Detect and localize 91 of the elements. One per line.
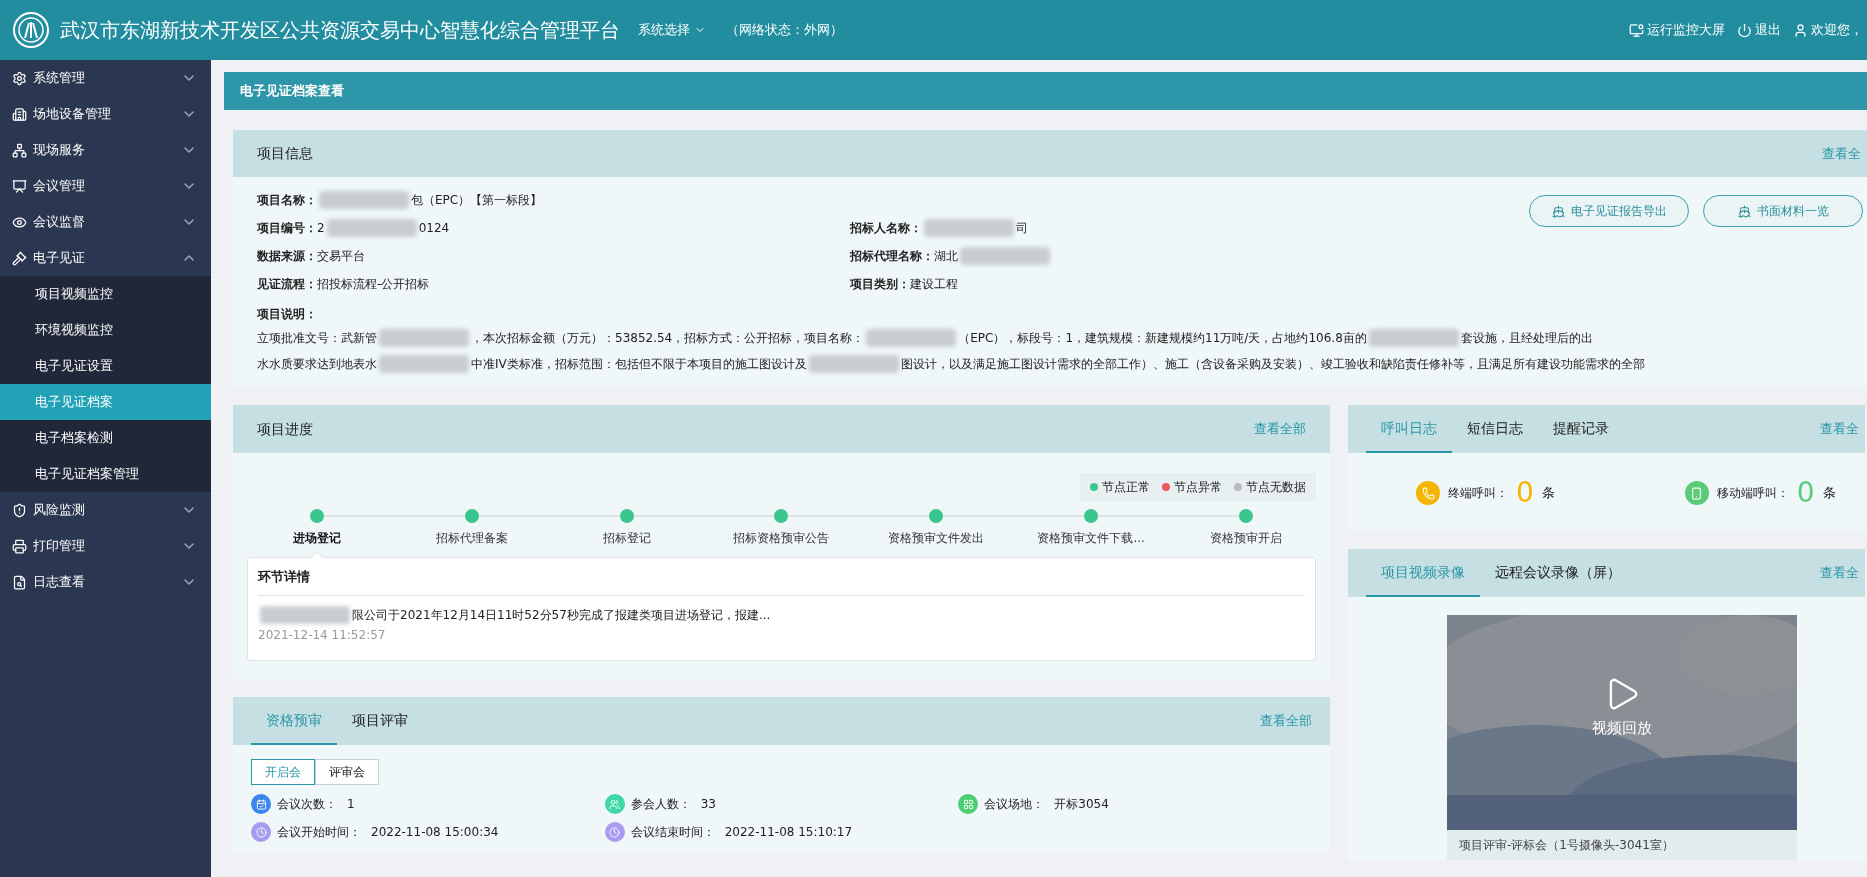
panel-title: 项目信息: [257, 144, 313, 163]
field-value: （EPC），标段号：1，建筑规模：新建规模约11万吨/天，占地约106.8亩的: [958, 330, 1367, 347]
stat-label: 终端呼叫：: [1448, 485, 1508, 502]
submenu-item[interactable]: 项目视频监控: [0, 276, 211, 312]
field-value: ，本次招标金额（万元）：53852.54，招标方式：公开招标，项目名称：: [471, 330, 865, 347]
detail-title: 环节详情: [258, 558, 1305, 596]
sidebar-item[interactable]: 现场服务: [0, 132, 211, 168]
field-label: 项目类别：: [850, 276, 910, 293]
stat-value: 33: [700, 796, 716, 813]
stat-label: 移动端呼叫：: [1716, 485, 1789, 502]
sidebar-item[interactable]: 日志查看: [0, 564, 211, 600]
stat-value: 0: [1796, 479, 1815, 507]
stat-label: 会议场地：: [984, 796, 1045, 813]
stat-label: 会议结束时间：: [630, 824, 715, 841]
field-value: 招投标流程-公开招标: [317, 276, 430, 293]
field-value: 水水质要求达到地表水: [257, 356, 377, 373]
step-label[interactable]: 进场登记: [293, 529, 341, 547]
field-label: 招标代理名称：: [850, 248, 934, 265]
field-label: 项目编号：: [257, 220, 317, 237]
tab[interactable]: 提醒记录: [1538, 405, 1624, 453]
sidebar-item[interactable]: 场地设备管理: [0, 96, 211, 132]
step-label[interactable]: 招标资格预审公告: [733, 529, 830, 547]
field-label: 项目名称：: [257, 192, 317, 209]
legend-label: 节点无数据: [1246, 479, 1306, 496]
field-value: 限公司于2021年12月14日11时52分57秒完成了报建类项目进场登记，报建...: [352, 607, 771, 624]
subtab[interactable]: 开启会: [251, 759, 315, 785]
step-label[interactable]: 资格预审开启: [1209, 529, 1282, 547]
step-label[interactable]: 资格预审文件下载...: [1037, 529, 1145, 547]
field-value: 2: [317, 220, 325, 237]
field-value: 交易平台: [317, 248, 365, 265]
monitor-icon: [1629, 22, 1644, 38]
ship-icon: [1551, 204, 1565, 218]
stat-value: 0: [1516, 479, 1534, 507]
export-button[interactable]: 书面材料一览: [1703, 195, 1863, 227]
field-label: 招标人名称：: [850, 220, 922, 237]
play-label: 视频回放: [1592, 718, 1652, 739]
field-label: 见证流程：: [257, 276, 317, 293]
field-label: 数据来源：: [257, 248, 317, 265]
field-value: 包（EPC）【第一标段】: [411, 192, 543, 209]
header-action[interactable]: 退出: [1737, 20, 1781, 40]
user-icon: [1793, 22, 1808, 38]
submenu-item[interactable]: 电子见证设置: [0, 348, 211, 384]
page-heading: 电子见证档案查看: [240, 82, 344, 101]
step-label[interactable]: 招标代理备案: [435, 529, 508, 547]
sidebar-item[interactable]: 打印管理: [0, 528, 211, 564]
system-select[interactable]: 系统选择: [638, 20, 706, 40]
submenu-item[interactable]: 电子见证档案管理: [0, 456, 211, 492]
step-label[interactable]: 招标登记: [602, 529, 651, 547]
stat-value: 开标3054: [1054, 796, 1109, 813]
field-value: 立项批准文号：武新管: [257, 330, 377, 347]
tab[interactable]: 短信日志: [1452, 405, 1538, 453]
field-value: 套设施，且经处理后的出: [1460, 330, 1593, 347]
sidebar-item[interactable]: 会议监督: [0, 204, 211, 240]
field-value: 中准IV类标准，招标范围：包括但不限于本项目的施工图设计及: [471, 356, 807, 373]
stat-label: 会议次数：: [277, 796, 337, 813]
sidebar-item[interactable]: 系统管理: [0, 60, 211, 96]
stat-value: 2022-11-08 15:10:17: [724, 824, 853, 841]
field-value: 建设工程: [910, 276, 958, 293]
network-status: （网络状态：外网）: [726, 21, 843, 40]
submenu-item[interactable]: 环境视频监控: [0, 312, 211, 348]
sidebar-item[interactable]: 会议管理: [0, 168, 211, 204]
step-label[interactable]: 资格预审文件发出: [888, 529, 985, 547]
power-icon: [1737, 22, 1752, 38]
stat-label: 会议开始时间：: [277, 824, 361, 841]
emblem-logo: [12, 11, 50, 49]
header-action[interactable]: 欢迎您，: [1793, 20, 1863, 40]
field-value: 湖北: [934, 248, 958, 265]
sidebar-item[interactable]: 电子见证: [0, 240, 211, 276]
field-value: 0124: [418, 220, 450, 237]
field-label: 项目说明：: [257, 306, 317, 323]
ship-icon: [1737, 204, 1751, 218]
sidebar-item[interactable]: 风险监测: [0, 492, 211, 528]
stat-label: 参会人数：: [630, 796, 691, 813]
stat-unit: 条: [1541, 484, 1555, 503]
header-action[interactable]: 运行监控大屏: [1629, 20, 1725, 40]
app-title: 武汉市东湖新技术开发区公共资源交易中心智慧化综合管理平台: [60, 17, 620, 44]
stat-value: 1: [347, 796, 355, 813]
field-value: 司: [1016, 220, 1028, 237]
panel-title: 项目进度: [257, 419, 313, 439]
export-button[interactable]: 电子见证报告导出: [1529, 195, 1689, 227]
detail-time: 2021-12-14 11:52:57: [258, 627, 386, 644]
submenu-item[interactable]: 电子档案检测: [0, 420, 211, 456]
video-caption: 项目评审-评标会（1号摄像头-3041室）: [1447, 830, 1797, 860]
field-value: 图设计，以及满足施工图设计需求的全部工作）、施工（含设备采购及安装）、竣工验收和缺陷责任修补等，且满足所有建设功能需求的全部: [900, 356, 1645, 373]
stat-unit: 条: [1822, 484, 1836, 503]
legend-label: 节点异常: [1174, 479, 1222, 496]
subtab[interactable]: 评审会: [315, 759, 379, 785]
legend-label: 节点正常: [1102, 479, 1150, 496]
tab[interactable]: 远程会议录像（屏）: [1480, 549, 1636, 597]
stat-value: 2022-11-08 15:00:34: [371, 824, 499, 841]
tab[interactable]: 项目评审: [337, 697, 423, 745]
